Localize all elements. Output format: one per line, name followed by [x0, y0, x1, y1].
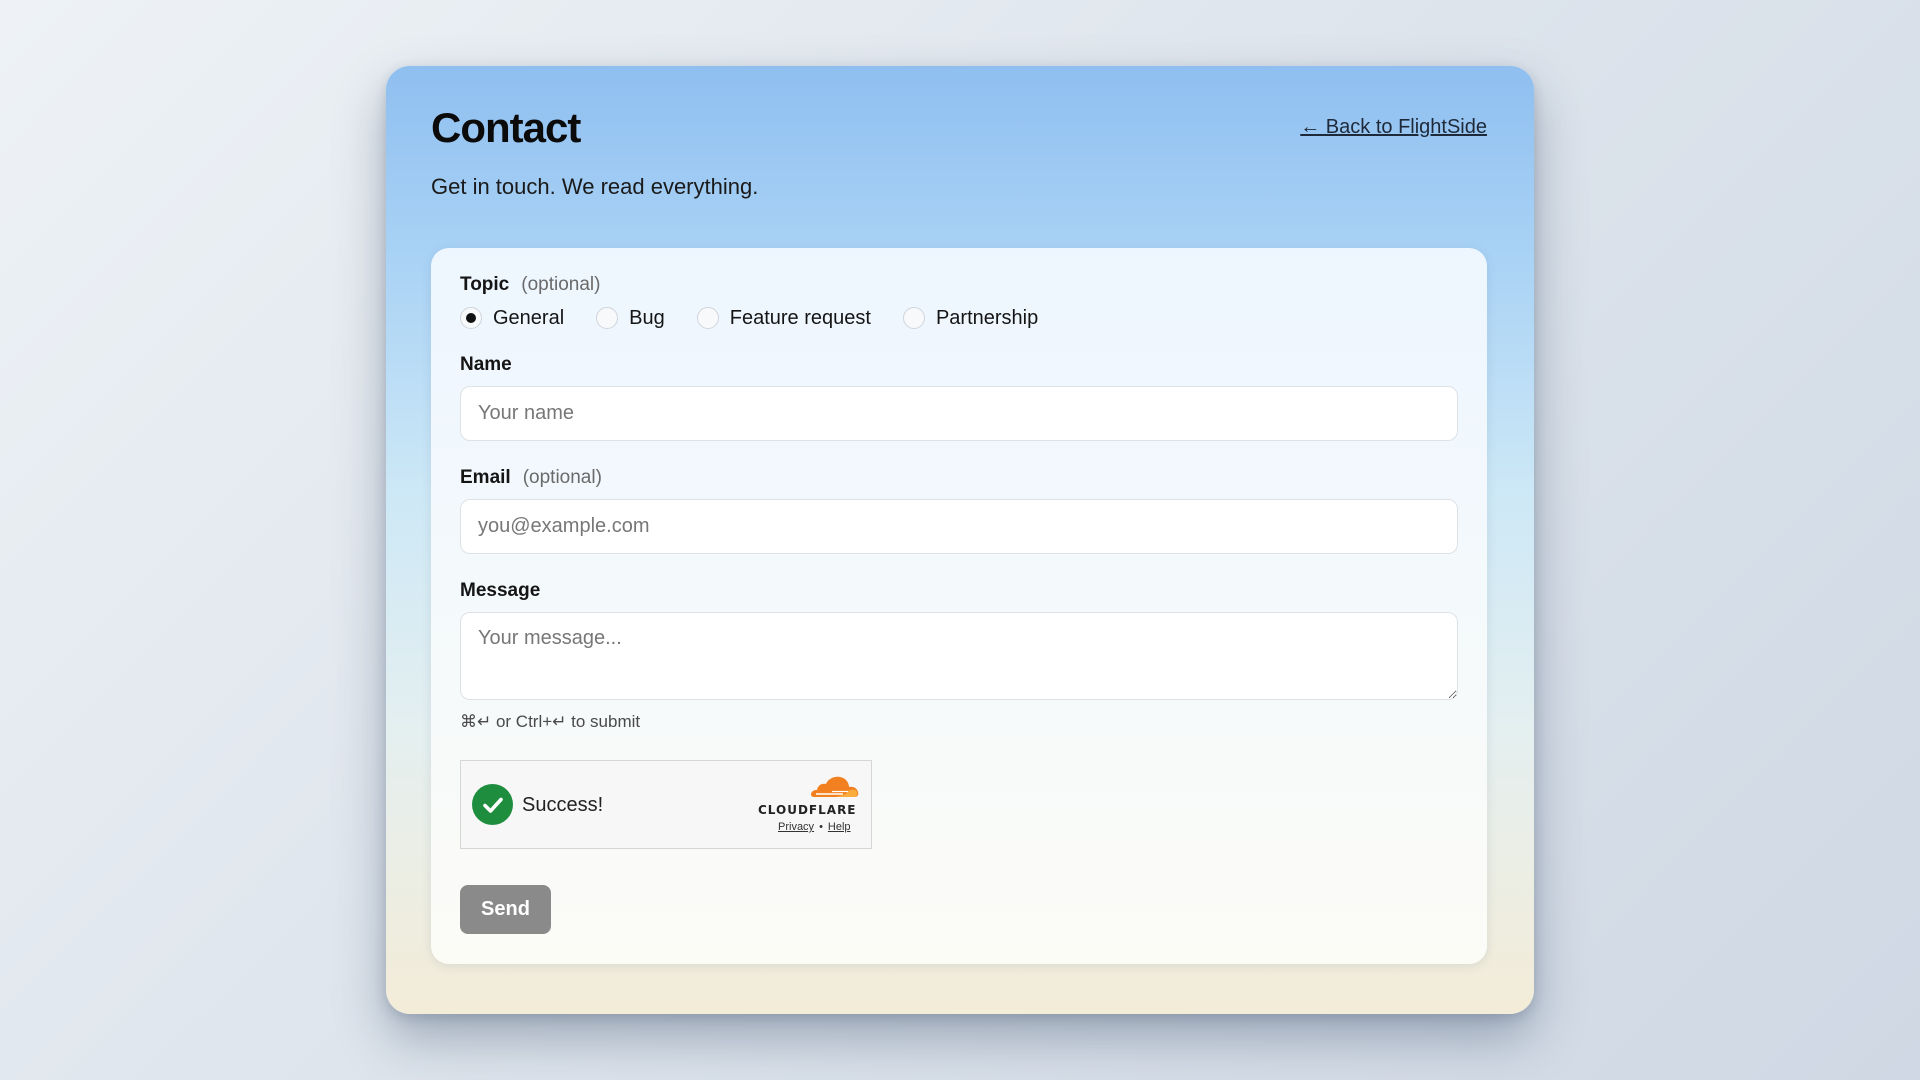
email-label: Email	[460, 467, 511, 488]
radio-label-partnership: Partnership	[935, 306, 1039, 329]
cloudflare-links: Privacy • Help	[778, 821, 851, 833]
message-textarea[interactable]	[460, 612, 1458, 700]
page-title: Contact	[431, 104, 581, 151]
topic-radio-group: General Bug Feature request Partnership	[460, 304, 1070, 332]
cloudflare-cloud-icon	[810, 776, 859, 797]
message-label-row: Message	[460, 580, 540, 602]
radio-bug[interactable]	[596, 307, 619, 329]
radio-label-bug: Bug	[629, 306, 665, 329]
radio-label-feature-request: Feature request	[729, 306, 871, 329]
link-separator: •	[819, 821, 823, 833]
topic-option-bug[interactable]: Bug	[596, 307, 665, 330]
topic-option-feature-request[interactable]: Feature request	[696, 306, 871, 330]
submit-shortcut-hint: ⌘↵ or Ctrl+↵ to submit	[460, 712, 641, 731]
email-optional-note: (optional)	[522, 467, 602, 488]
message-label: Message	[460, 580, 541, 601]
page-subtitle: Get in touch. We read everything.	[431, 174, 759, 199]
captcha-status-text: Success!	[522, 794, 604, 816]
email-label-row: Email (optional)	[460, 467, 602, 489]
radio-general[interactable]	[460, 307, 482, 329]
topic-optional-note: (optional)	[521, 274, 601, 295]
topic-option-general[interactable]: General	[460, 307, 564, 330]
back-to-flightside-link[interactable]: ← Back to FlightSide	[1300, 116, 1487, 139]
name-label-row: Name	[460, 354, 512, 376]
contact-window: Contact ← Back to FlightSide Get in touc…	[386, 66, 1534, 1014]
topic-label-row: Topic (optional)	[460, 274, 600, 296]
send-button[interactable]: Send	[460, 885, 551, 934]
radio-feature-request[interactable]	[696, 307, 719, 329]
cloudflare-wordmark: CLOUDFLARE	[758, 803, 857, 817]
success-check-icon	[472, 784, 513, 825]
name-input[interactable]	[460, 386, 1458, 441]
radio-partnership[interactable]	[902, 307, 925, 329]
email-input[interactable]	[460, 499, 1458, 554]
topic-option-partnership[interactable]: Partnership	[902, 306, 1039, 330]
radio-label-general: General	[493, 306, 565, 329]
name-label: Name	[460, 354, 512, 375]
privacy-link[interactable]: Privacy	[778, 821, 814, 833]
contact-form-card: Topic (optional) General Bug Feature req…	[431, 248, 1487, 964]
turnstile-widget[interactable]: Success! CLOUDFLARE Privacy • Help	[460, 760, 872, 849]
topic-label: Topic	[460, 274, 510, 295]
help-link[interactable]: Help	[828, 821, 851, 833]
